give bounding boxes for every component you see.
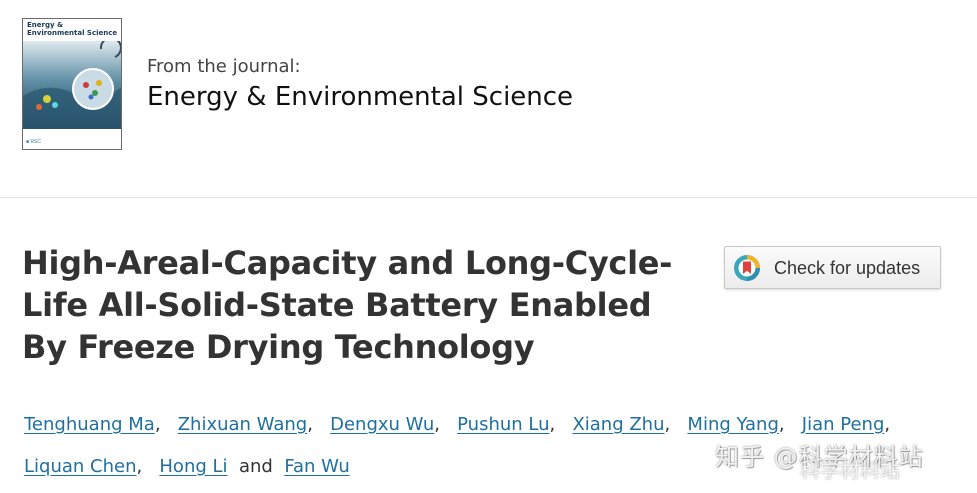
author-link[interactable]: Liquan Chen <box>24 456 136 477</box>
author-link[interactable]: Jian Peng <box>802 414 885 435</box>
author-separator: , <box>778 414 785 435</box>
author-separator: , <box>884 414 891 435</box>
author-link[interactable]: Dengxu Wu <box>330 414 434 435</box>
cover-title: Energy & Environmental Science <box>27 21 118 37</box>
author-separator: , <box>664 414 671 435</box>
journal-cover-image[interactable]: Energy & Environmental Science ■ RSC <box>22 18 122 150</box>
author-separator: , <box>154 414 161 435</box>
check-for-updates-label: Check for updates <box>774 258 921 278</box>
author-link[interactable]: Tenghuang Ma <box>24 414 155 435</box>
article-title: High-Areal-Capacity and Long-Cycle-Life … <box>22 244 673 366</box>
crossmark-icon <box>734 255 760 281</box>
authors-and-text: and <box>238 456 273 477</box>
from-journal-label: From the journal: <box>147 56 301 77</box>
author-separator: , <box>549 414 556 435</box>
author-link[interactable]: Pushun Lu <box>457 414 549 435</box>
author-link[interactable]: Zhixuan Wang <box>178 414 307 435</box>
author-link[interactable]: Hong Li <box>159 456 227 477</box>
cover-publisher-mark: ■ RSC <box>26 139 41 145</box>
journal-header: Energy & Environmental Science ■ RSC Fro… <box>0 0 977 198</box>
author-link[interactable]: Fan Wu <box>284 456 349 477</box>
author-separator: , <box>434 414 440 435</box>
check-for-updates-button[interactable]: Check for updates <box>724 246 941 289</box>
author-link[interactable]: Ming Yang <box>687 414 778 435</box>
journal-name[interactable]: Energy & Environmental Science <box>147 82 573 112</box>
author-separator: , <box>136 456 143 477</box>
watermark-sub: 科学材料站 <box>800 458 900 482</box>
cover-artwork <box>23 41 121 129</box>
author-separator: , <box>307 414 313 435</box>
author-link[interactable]: Xiang Zhu <box>572 414 664 435</box>
